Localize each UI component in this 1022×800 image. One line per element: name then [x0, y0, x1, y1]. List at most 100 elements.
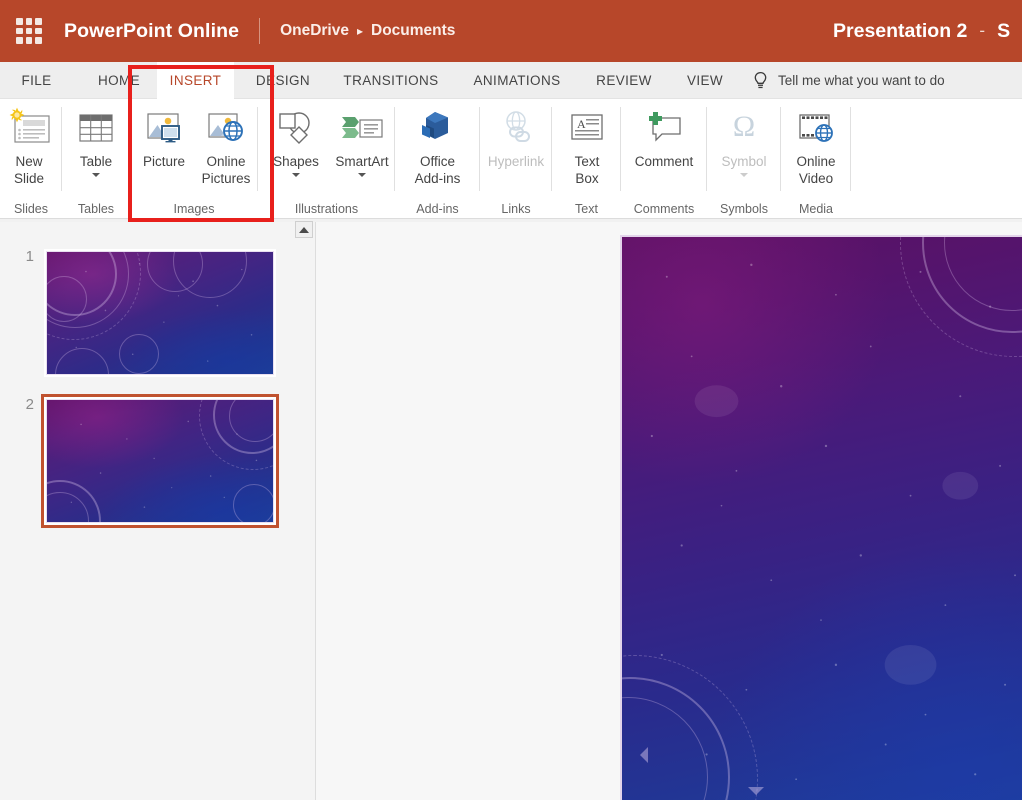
- document-owner-truncated: S: [997, 20, 1010, 43]
- comment-label: Comment: [635, 154, 694, 170]
- ribbon-group-illustrations: Shapes SmartArt: [258, 99, 395, 219]
- table-button[interactable]: Table: [72, 99, 120, 177]
- tab-transitions[interactable]: TRANSITIONS: [337, 62, 445, 99]
- tab-design[interactable]: DESIGN: [247, 62, 319, 99]
- header-divider: [259, 18, 260, 44]
- scroll-up-arrow-icon[interactable]: [295, 221, 313, 238]
- ribbon-tab-bar: FILE HOME INSERT DESIGN TRANSITIONS ANIM…: [0, 62, 1022, 99]
- table-label: Table: [80, 154, 112, 170]
- new-slide-icon: [4, 103, 54, 153]
- group-label-symbols: Symbols: [707, 202, 781, 216]
- group-label-illustrations: Illustrations: [258, 202, 395, 216]
- breadcrumb-documents[interactable]: Documents: [371, 22, 455, 40]
- comment-icon: [638, 103, 690, 153]
- ribbon-body: New Slide Slides: [0, 99, 1022, 219]
- ribbon-group-links: Hyperlink Links: [480, 99, 552, 219]
- group-label-images: Images: [130, 202, 258, 216]
- group-label-text: Text: [552, 202, 621, 216]
- smartart-icon: [336, 103, 388, 153]
- online-video-button[interactable]: Online Video: [787, 99, 845, 187]
- symbol-label: Symbol: [721, 154, 766, 170]
- ribbon-group-slides: New Slide Slides: [0, 99, 62, 219]
- ribbon-group-tables: Table Tables: [62, 99, 130, 219]
- breadcrumb-onedrive[interactable]: OneDrive: [280, 22, 349, 40]
- online-pictures-label-line1: Online: [206, 154, 245, 170]
- app-name-label: PowerPoint Online: [64, 20, 239, 43]
- text-box-icon: A: [563, 103, 611, 153]
- office-addins-label-line1: Office: [420, 154, 455, 170]
- text-box-button[interactable]: A Text Box: [560, 99, 614, 187]
- office-addins-label-line2: Add-ins: [415, 171, 461, 187]
- online-pictures-label-line2: Pictures: [202, 171, 251, 187]
- document-title[interactable]: Presentation 2: [833, 20, 967, 43]
- table-icon: [72, 103, 120, 153]
- tab-animations[interactable]: ANIMATIONS: [463, 62, 571, 99]
- ribbon-group-addins: Office Add-ins Add-ins: [395, 99, 480, 219]
- comment-button[interactable]: Comment: [627, 99, 701, 170]
- online-video-label-line1: Online: [796, 154, 835, 170]
- group-label-tables: Tables: [62, 202, 130, 216]
- office-addins-button[interactable]: Office Add-ins: [405, 99, 470, 187]
- shapes-label: Shapes: [273, 154, 319, 170]
- picture-label: Picture: [143, 154, 185, 170]
- svg-text:A: A: [577, 117, 586, 131]
- online-pictures-button[interactable]: Online Pictures: [194, 99, 258, 187]
- lightbulb-icon: [752, 71, 769, 90]
- slide-thumbnail-1[interactable]: [44, 249, 276, 377]
- tab-review[interactable]: REVIEW: [589, 62, 659, 99]
- slide-number-1: 1: [12, 249, 34, 264]
- smartart-label: SmartArt: [335, 154, 388, 170]
- group-divider: [850, 107, 851, 191]
- smartart-button[interactable]: SmartArt: [328, 99, 396, 177]
- tell-me-label: Tell me what you want to do: [778, 73, 945, 88]
- tab-view[interactable]: VIEW: [677, 62, 733, 99]
- slide-thumbnail-item-2[interactable]: 2: [12, 397, 276, 525]
- shapes-button[interactable]: Shapes: [264, 99, 328, 177]
- title-dash: -: [979, 21, 985, 41]
- picture-button[interactable]: Picture: [134, 99, 194, 170]
- office-addins-icon: [413, 103, 463, 153]
- symbol-dropdown-caret-icon: [740, 173, 748, 177]
- slide-thumbnail-item-1[interactable]: 1: [12, 249, 276, 377]
- breadcrumb: OneDrive ▸ Documents: [280, 22, 455, 40]
- group-label-comments: Comments: [621, 202, 707, 216]
- new-slide-button[interactable]: New Slide: [4, 99, 54, 187]
- new-slide-label-line2: Slide: [14, 171, 44, 187]
- hyperlink-icon: [491, 103, 541, 153]
- group-label-links: Links: [480, 202, 552, 216]
- symbol-omega-icon: Ω: [720, 103, 768, 153]
- tab-file[interactable]: FILE: [14, 62, 59, 99]
- app-launcher-grid-icon[interactable]: [16, 18, 42, 44]
- new-slide-label-line1: New: [15, 154, 42, 170]
- ribbon-group-symbols: Ω Symbol Symbols: [707, 99, 781, 219]
- group-label-addins: Add-ins: [395, 202, 480, 216]
- svg-text:Ω: Ω: [733, 110, 755, 143]
- online-pictures-icon: [201, 103, 251, 153]
- main-slide-canvas[interactable]: [620, 235, 1022, 800]
- shapes-dropdown-caret-icon[interactable]: [292, 173, 300, 177]
- slide-thumbnail-2-selected[interactable]: [44, 397, 276, 525]
- breadcrumb-separator-icon: ▸: [357, 24, 363, 38]
- online-video-label-line2: Video: [799, 171, 833, 187]
- symbol-button: Ω Symbol: [715, 99, 773, 177]
- tell-me-search[interactable]: Tell me what you want to do: [752, 62, 945, 99]
- slide-number-2: 2: [12, 397, 34, 412]
- group-label-slides: Slides: [0, 202, 62, 216]
- ribbon-group-images: Picture: [130, 99, 258, 219]
- ribbon-group-media: Online Video Media: [781, 99, 851, 219]
- ribbon-group-text: A Text Box Text: [552, 99, 621, 219]
- picture-icon: [139, 103, 189, 153]
- group-label-media: Media: [781, 202, 851, 216]
- slide-thumbnails-panel[interactable]: 1: [0, 222, 315, 800]
- smartart-dropdown-caret-icon[interactable]: [358, 173, 366, 177]
- tab-insert[interactable]: INSERT: [157, 62, 234, 99]
- hyperlink-label: Hyperlink: [488, 154, 544, 170]
- text-box-label-line1: Text: [575, 154, 600, 170]
- table-dropdown-caret-icon[interactable]: [92, 173, 100, 177]
- online-video-icon: [791, 103, 841, 153]
- hyperlink-button: Hyperlink: [484, 99, 548, 170]
- tab-home[interactable]: HOME: [88, 62, 150, 99]
- text-box-label-line2: Box: [575, 171, 598, 187]
- shapes-icon: [271, 103, 321, 153]
- document-title-area: Presentation 2 - S: [833, 0, 1010, 62]
